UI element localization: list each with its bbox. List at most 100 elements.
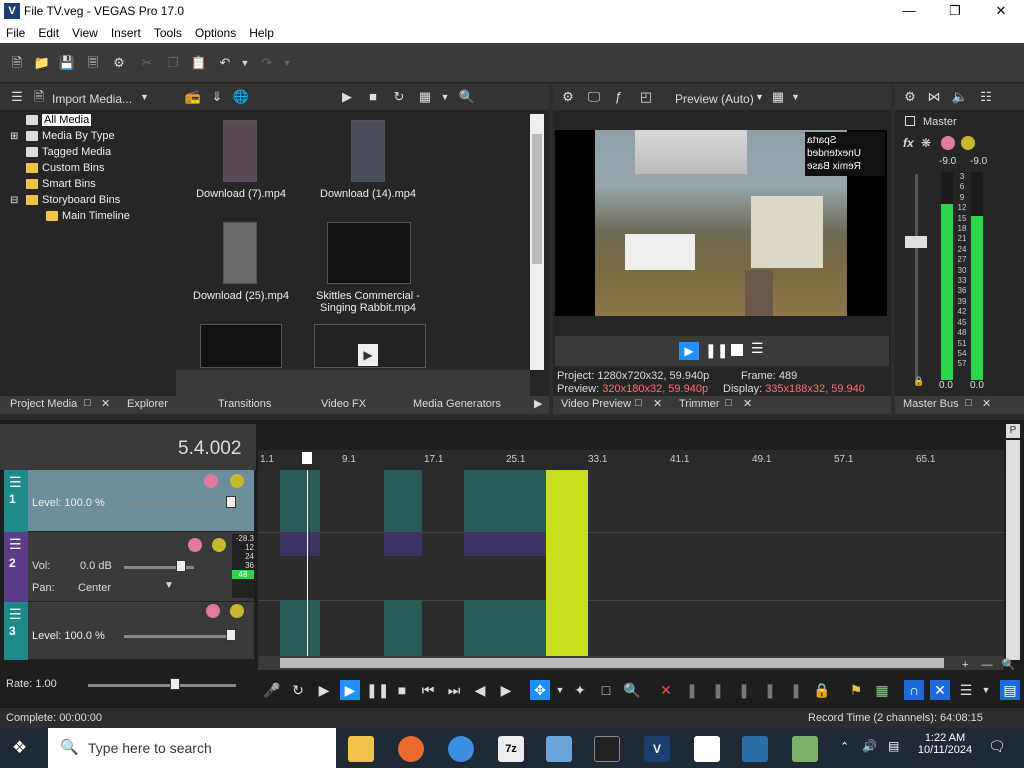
video-clip[interactable] xyxy=(384,600,422,658)
security-icon[interactable] xyxy=(694,736,720,762)
collapse-icon[interactable]: ⊟ xyxy=(10,195,26,206)
tab-undock-icon[interactable]: □ xyxy=(965,397,972,409)
undo-icon[interactable]: ↶ xyxy=(216,54,234,72)
video-clip[interactable] xyxy=(384,470,422,532)
solo-icon[interactable] xyxy=(230,604,244,618)
tree-custom-bins[interactable]: Custom Bins xyxy=(10,160,170,176)
timeline-hscroll[interactable] xyxy=(258,656,1004,670)
tray-chevron-icon[interactable]: ⌃ xyxy=(840,740,849,753)
views-icon[interactable]: ▦ xyxy=(416,88,434,106)
solo-icon[interactable] xyxy=(961,136,975,150)
media-thumbnail[interactable] xyxy=(200,324,282,368)
media-thumbnail[interactable] xyxy=(223,120,257,182)
play-button[interactable]: ▶ xyxy=(679,342,699,360)
auto-crossfade-icon[interactable]: ✕ xyxy=(930,680,950,700)
volume-icon[interactable]: 🔊 xyxy=(862,739,877,753)
level-slider[interactable] xyxy=(124,635,236,638)
region-icon[interactable]: ▦ xyxy=(872,680,892,700)
master-fader[interactable] xyxy=(905,236,927,248)
track-lanes[interactable] xyxy=(258,470,1004,660)
play-icon[interactable]: ▶ xyxy=(340,680,360,700)
tab-video-preview[interactable]: Video Preview xyxy=(561,398,631,410)
menu-insert[interactable]: Insert xyxy=(111,26,141,40)
save-icon[interactable]: 💾 xyxy=(58,54,76,72)
notepad-icon[interactable] xyxy=(546,736,572,762)
open-folder-icon[interactable]: 📁 xyxy=(33,54,51,72)
stop-icon[interactable]: ■ xyxy=(364,88,382,106)
menu-tools[interactable]: Tools xyxy=(154,26,182,40)
audio-clip[interactable] xyxy=(464,532,546,556)
gear-icon[interactable]: ⚙ xyxy=(559,88,577,106)
next-frame-icon[interactable]: ▶ xyxy=(496,680,516,700)
record-icon[interactable]: 🎤 xyxy=(262,680,282,700)
scroll-thumb[interactable] xyxy=(532,134,542,264)
new-file-icon[interactable]: 🗎 xyxy=(8,54,26,72)
play-icon[interactable]: ▶ xyxy=(338,88,356,106)
speaker-icon[interactable]: 🔈 xyxy=(951,88,969,106)
menu-file[interactable]: File xyxy=(6,26,25,40)
menu-view[interactable]: View xyxy=(72,26,98,40)
taskbar-search[interactable]: 🔍 Type here to search xyxy=(48,728,336,768)
quality-dropdown-icon[interactable]: ▼ xyxy=(755,92,764,102)
gear-icon[interactable]: ⚙ xyxy=(110,54,128,72)
menu-help[interactable]: Help xyxy=(249,26,274,40)
media-scrollbar[interactable] xyxy=(530,114,544,370)
split-screen-icon[interactable]: ◰ xyxy=(637,88,655,106)
go-to-start-icon[interactable]: ⏮ xyxy=(418,680,438,700)
tab-undock-icon[interactable]: □ xyxy=(725,397,732,409)
chrome-icon[interactable] xyxy=(448,736,474,762)
mute-icon[interactable] xyxy=(204,474,218,488)
scroll-thumb[interactable] xyxy=(280,658,944,668)
copy-icon[interactable]: ❐ xyxy=(164,54,182,72)
tree-main-timeline[interactable]: Main Timeline xyxy=(10,208,170,224)
get-media-icon[interactable]: ⇓ xyxy=(208,88,226,106)
track-menu-icon[interactable]: ☰ xyxy=(9,536,22,553)
loop-icon[interactable]: ↻ xyxy=(288,680,308,700)
edit-tool-dropdown-icon[interactable]: ▼ xyxy=(550,680,570,700)
slip-icon[interactable]: ❚ xyxy=(786,680,806,700)
maximize-button[interactable]: ❐ xyxy=(932,0,978,23)
menu-edit[interactable]: Edit xyxy=(38,26,59,40)
split-icon[interactable]: ❚ xyxy=(734,680,754,700)
envelope-tool-icon[interactable]: ✦ xyxy=(570,680,590,700)
tab-project-media[interactable]: Project Media xyxy=(10,398,77,410)
zoom-out-icon[interactable]: — xyxy=(982,659,993,671)
video-clip[interactable] xyxy=(464,600,546,658)
selected-audio-clip[interactable] xyxy=(546,532,588,600)
tree-media-by-type[interactable]: ⊞ Media By Type xyxy=(10,128,170,144)
selection-tool-icon[interactable]: □ xyxy=(596,680,616,700)
render-icon[interactable]: 🗏 xyxy=(84,54,102,72)
marker-icon[interactable]: P xyxy=(1006,424,1020,438)
media-menu-icon[interactable]: ☰ xyxy=(8,88,26,106)
redo-dropdown-icon[interactable]: ▼ xyxy=(278,54,296,72)
tree-tagged-media[interactable]: Tagged Media xyxy=(10,144,170,160)
minimize-button[interactable]: — xyxy=(886,0,932,23)
solo-icon[interactable] xyxy=(230,474,244,488)
paste-icon[interactable]: 📋 xyxy=(190,54,208,72)
trim-end-icon[interactable]: ❚ xyxy=(708,680,728,700)
audio-clip[interactable] xyxy=(384,532,422,556)
level-knob[interactable] xyxy=(226,629,236,641)
firefox-icon[interactable] xyxy=(398,736,424,762)
media-thumbnail[interactable] xyxy=(223,222,257,284)
zoom-icon[interactable]: 🔍 xyxy=(1002,659,1016,671)
network-app-icon[interactable] xyxy=(792,736,818,762)
tab-master-bus[interactable]: Master Bus xyxy=(903,398,959,410)
track-menu-icon[interactable]: ☰ xyxy=(9,474,22,491)
vegas-2-icon[interactable] xyxy=(742,736,768,762)
tab-transitions[interactable]: Transitions xyxy=(218,398,271,410)
tab-close-icon[interactable]: ✕ xyxy=(982,397,991,410)
web-icon[interactable]: 🌐 xyxy=(232,88,250,106)
track-menu-icon[interactable]: ☰ xyxy=(9,606,22,623)
level-knob[interactable] xyxy=(226,496,236,508)
preview-quality-dropdown[interactable]: Preview (Auto) xyxy=(675,92,754,106)
views-dropdown-icon[interactable]: ▼ xyxy=(436,88,454,106)
video-clip[interactable] xyxy=(280,470,320,532)
tree-all-media[interactable]: All Media xyxy=(10,112,170,128)
tab-media-generators[interactable]: Media Generators xyxy=(413,398,501,410)
menu-icon[interactable]: ☰ xyxy=(751,340,767,357)
mute-icon[interactable] xyxy=(188,538,202,552)
pan-marker-icon[interactable]: ▼ xyxy=(164,580,174,591)
zoom-in-icon[interactable]: + xyxy=(962,659,968,671)
rate-slider[interactable] xyxy=(88,684,236,687)
